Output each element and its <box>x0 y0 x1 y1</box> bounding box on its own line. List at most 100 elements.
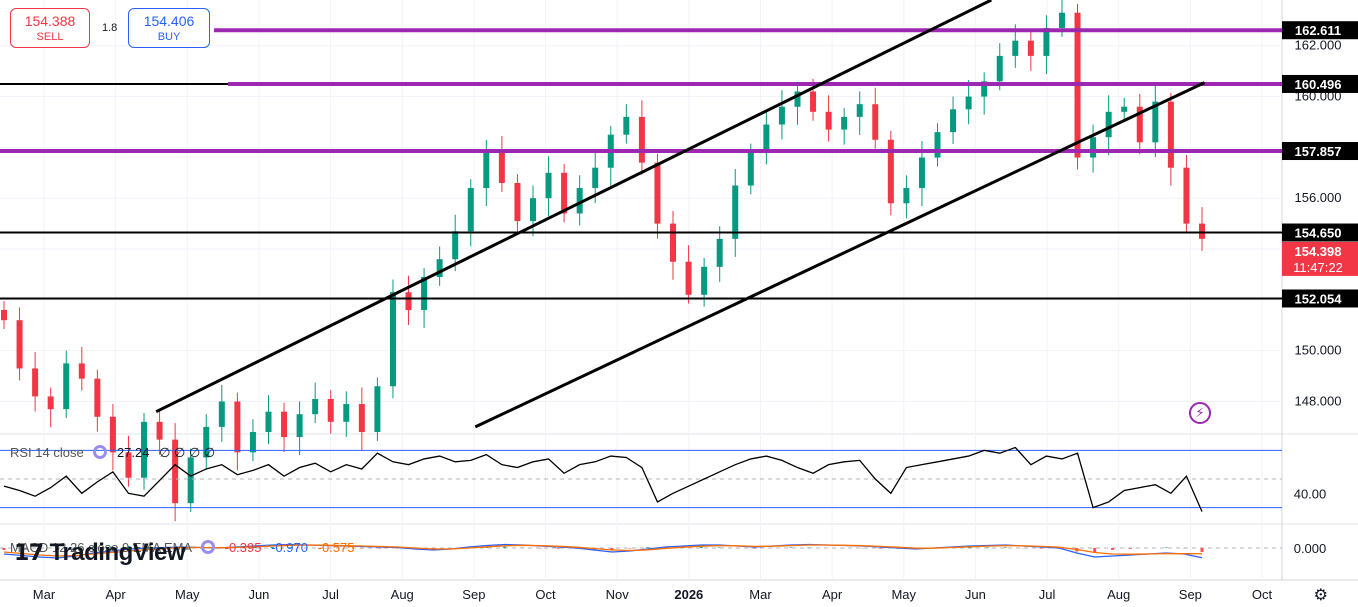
candle-body <box>1012 40 1019 56</box>
candle-body <box>810 91 817 112</box>
candle-body <box>389 292 396 387</box>
price-label: 154.398 <box>1295 244 1342 259</box>
candle-body <box>498 152 505 183</box>
spread-value: 1.8 <box>102 22 118 34</box>
candle-body <box>1105 111 1112 138</box>
price-label: 154.650 <box>1295 226 1342 241</box>
candle-body <box>374 386 381 432</box>
trend-channel-line <box>155 0 993 414</box>
candle-body <box>483 152 490 189</box>
chart-settings-icon[interactable]: ⚙ <box>1314 585 1328 605</box>
candle-body <box>841 116 848 130</box>
tradingview-logo-icon: 𝟭𝟳 <box>14 540 44 565</box>
candle-body <box>996 55 1003 82</box>
x-tick-label: Nov <box>606 587 630 602</box>
price-label: 152.054 <box>1295 291 1343 306</box>
x-tick-label: Sep <box>462 587 485 602</box>
candle-body <box>156 421 163 440</box>
candle-body <box>825 111 832 130</box>
candle-body <box>47 396 54 410</box>
candle-body <box>561 172 568 214</box>
macd-tick-label: 0.000 <box>1294 541 1327 556</box>
buy-price: 154.406 <box>143 13 195 29</box>
x-tick-label: Mar <box>33 587 56 602</box>
candle-body <box>312 398 319 415</box>
sell-price: 154.388 <box>24 13 76 29</box>
candle-body <box>249 432 256 453</box>
candle-body <box>78 363 85 379</box>
x-tick-label: Jul <box>322 587 339 602</box>
candle-body <box>701 266 708 295</box>
candle-body <box>187 457 194 504</box>
x-tick-label: Apr <box>822 587 843 602</box>
candle-body <box>778 106 785 125</box>
sell-label: SELL <box>36 31 64 43</box>
price-chart[interactable]: Mar Apr May Jun Jul Aug Sep Oct Nov 2026 Mar Apr May… <box>0 0 1358 607</box>
x-tick-label: May <box>175 587 200 602</box>
price-label: 162.611 <box>1295 23 1341 38</box>
buy-label: BUY <box>157 31 181 43</box>
candle-body <box>234 401 241 453</box>
candle-body <box>670 223 677 262</box>
candle-body <box>94 378 101 417</box>
candle-body <box>63 363 70 410</box>
price-tick-label: 148.000 <box>1295 394 1342 409</box>
price-tick-label: 156.000 <box>1295 190 1342 205</box>
candle-body <box>405 292 412 311</box>
x-tick-label: Mar <box>749 587 772 602</box>
candle-body <box>265 411 272 432</box>
lightning-icon[interactable]: ⚡ <box>1189 402 1211 424</box>
candle-body <box>343 404 350 422</box>
macd-hist-value: -0.395 <box>224 540 262 555</box>
candle-body <box>918 157 925 189</box>
candle-body <box>327 398 334 422</box>
indicator-settings-icon[interactable] <box>93 445 108 459</box>
price-tick-label: 162.000 <box>1295 38 1342 53</box>
x-tick-label: Jun <box>965 587 986 602</box>
x-tick-label: Jul <box>1039 587 1056 602</box>
candle-body <box>950 109 957 133</box>
candle-body <box>685 261 692 295</box>
candle-body <box>763 124 770 153</box>
candle-body <box>514 182 521 222</box>
candle-body <box>1199 223 1205 239</box>
x-tick-label: Sep <box>1179 587 1202 602</box>
x-tick-label: Aug <box>391 587 414 602</box>
rsi-value: 27.24 <box>116 445 150 460</box>
x-tick-label: Oct <box>535 587 556 602</box>
candle-body <box>638 116 645 163</box>
candle-body <box>32 368 39 397</box>
price-label: 160.496 <box>1295 77 1342 92</box>
candle-body <box>529 198 536 222</box>
macd-signal-value: -0.575 <box>317 540 355 555</box>
candle-body <box>747 152 754 186</box>
candle-body <box>1027 40 1034 56</box>
sell-button[interactable]: 154.388 SELL <box>10 8 90 48</box>
rsi-name: RSI 14 close <box>10 445 84 460</box>
x-tick-label: May <box>891 587 916 602</box>
candle-body <box>218 401 225 427</box>
indicator-settings-icon[interactable] <box>200 540 215 554</box>
macd-value: -0.970 <box>271 540 308 555</box>
price-tick-label: 150.000 <box>1295 343 1342 358</box>
candle-body <box>296 414 303 438</box>
rsi-legend[interactable]: RSI 14 close 27.24 ∅ ∅ ∅ ∅ <box>10 445 215 461</box>
logo-text: TradingView <box>49 539 186 566</box>
x-tick-label: Jun <box>248 587 269 602</box>
candle-body <box>856 104 863 117</box>
rsi-extra: ∅ ∅ ∅ ∅ <box>159 445 216 460</box>
buy-button[interactable]: 154.406 BUY <box>128 8 210 48</box>
candle-body <box>654 162 661 224</box>
candle-body <box>1167 101 1174 168</box>
candle-body <box>358 404 365 432</box>
candle-body <box>452 231 459 260</box>
price-countdown: 11:47:22 <box>1293 260 1343 275</box>
candle-body <box>281 411 288 438</box>
candle-body <box>1183 167 1190 224</box>
candle-body <box>545 172 552 199</box>
trend-channel-line <box>474 81 1206 429</box>
x-tick-label: Oct <box>1252 587 1273 602</box>
candle-body <box>623 116 630 135</box>
candle-body <box>732 185 739 239</box>
candle-body <box>16 320 23 369</box>
